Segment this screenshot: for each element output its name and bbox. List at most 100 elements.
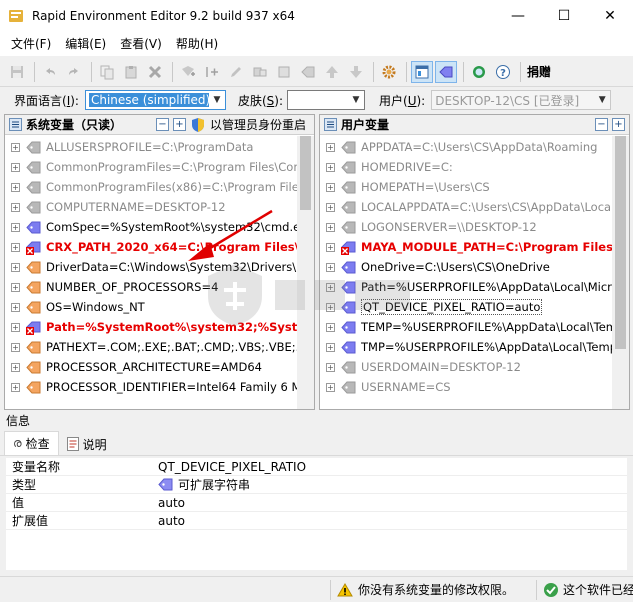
- close-button[interactable]: ✕: [587, 0, 633, 32]
- variable-row[interactable]: + PATHEXT=.COM;.EXE;.BAT;.CMD;.VBS;.VBE;.…: [5, 337, 314, 357]
- expand-toggle-icon[interactable]: +: [11, 142, 20, 152]
- variable-row[interactable]: + CommonProgramFiles(x86)=C:\Program File…: [5, 177, 314, 197]
- user-panel-scroll-thumb[interactable]: [615, 136, 626, 349]
- save-button[interactable]: [6, 61, 28, 83]
- toolbar-separator: [406, 61, 407, 82]
- variable-tag-icon: [341, 141, 356, 154]
- user-panel-scrollbar[interactable]: [612, 136, 629, 409]
- expand-toggle-icon[interactable]: +: [326, 382, 335, 392]
- tab-description[interactable]: 说明: [59, 433, 115, 455]
- expand-toggle-icon[interactable]: +: [11, 182, 20, 192]
- variable-row[interactable]: + PROCESSOR_ARCHITECTURE=AMD64: [5, 357, 314, 377]
- expand-toggle-icon[interactable]: +: [326, 302, 335, 312]
- expand-toggle-icon[interactable]: +: [11, 282, 20, 292]
- expand-toggle-icon[interactable]: +: [326, 362, 335, 372]
- help-button[interactable]: ?: [492, 61, 514, 83]
- tab-inspect-label: 检查: [25, 437, 50, 451]
- move-up-button[interactable]: [321, 61, 343, 83]
- expand-toggle-icon[interactable]: +: [11, 242, 20, 252]
- collapse-panel-icon[interactable]: [9, 118, 22, 131]
- menu-edit[interactable]: 编辑(E): [58, 32, 113, 56]
- expand-toggle-icon[interactable]: +: [326, 182, 335, 192]
- expand-toggle-icon[interactable]: +: [11, 262, 20, 272]
- redo-button[interactable]: [63, 61, 85, 83]
- menu-help[interactable]: 帮助(H): [169, 32, 225, 56]
- minimize-button[interactable]: —: [495, 0, 541, 32]
- variable-row[interactable]: + HOMEPATH=\Users\CS: [320, 177, 629, 197]
- variable-row[interactable]: + PROCESSOR_IDENTIFIER=Intel64 Family 6 M…: [5, 377, 314, 397]
- variable-row[interactable]: + HOMEDRIVE=C:: [320, 157, 629, 177]
- variable-row[interactable]: + NUMBER_OF_PROCESSORS=4: [5, 277, 314, 297]
- variable-row[interactable]: + OS=Windows_NT: [5, 297, 314, 317]
- variable-row[interactable]: + ALLUSERSPROFILE=C:\ProgramData: [5, 137, 314, 157]
- system-panel-scroll-thumb[interactable]: [300, 136, 311, 210]
- tag-view-button[interactable]: [435, 60, 457, 83]
- add-value-button[interactable]: [201, 61, 223, 83]
- donate-button[interactable]: 捐赠: [527, 63, 551, 80]
- user-select[interactable]: DESKTOP-12\CS [已登录] ▼: [431, 90, 612, 110]
- variable-row[interactable]: + CommonProgramFiles=C:\Program Files\Com…: [5, 157, 314, 177]
- collapse-all-button[interactable]: −: [595, 118, 608, 131]
- variable-row[interactable]: + LOCALAPPDATA=C:\Users\CS\AppData\Local: [320, 197, 629, 217]
- expand-toggle-icon[interactable]: +: [326, 202, 335, 212]
- tab-inspect[interactable]: ര 检查: [4, 431, 59, 455]
- variable-row[interactable]: + USERDOMAIN=DESKTOP-12: [320, 357, 629, 377]
- expand-toggle-icon[interactable]: +: [11, 222, 20, 232]
- maximize-button[interactable]: ☐: [541, 0, 587, 32]
- expand-toggle-icon[interactable]: +: [11, 202, 20, 212]
- move-down-button[interactable]: [345, 61, 367, 83]
- expand-toggle-icon[interactable]: +: [326, 162, 335, 172]
- undo-button[interactable]: [39, 61, 61, 83]
- expand-toggle-icon[interactable]: +: [11, 342, 20, 352]
- info-row: 扩展值 auto: [6, 512, 627, 530]
- edit-button[interactable]: [225, 61, 247, 83]
- paste-button[interactable]: [120, 61, 142, 83]
- tag-button[interactable]: [297, 61, 319, 83]
- expand-toggle-icon[interactable]: +: [326, 242, 335, 252]
- expand-toggle-icon[interactable]: +: [326, 142, 335, 152]
- expand-toggle-icon[interactable]: +: [11, 302, 20, 312]
- variable-row[interactable]: + APPDATA=C:\Users\CS\AppData\Roaming: [320, 137, 629, 157]
- variable-row[interactable]: + TEMP=%USERPROFILE%\AppData\Local\Temp: [320, 317, 629, 337]
- language-select[interactable]: Chinese (simplified) ▼: [84, 90, 226, 110]
- cut-button[interactable]: [249, 61, 271, 83]
- variable-row[interactable]: + QT_DEVICE_PIXEL_RATIO=auto: [320, 297, 629, 317]
- delete-button[interactable]: [144, 61, 166, 83]
- variable-row[interactable]: + CRX_PATH_2020_x64=C:\Program Files\CAXA…: [5, 237, 314, 257]
- variable-row[interactable]: + Path=%USERPROFILE%\AppData\Local\Micros…: [320, 277, 629, 297]
- variable-row[interactable]: + ComSpec=%SystemRoot%\system32\cmd.exe: [5, 217, 314, 237]
- expand-toggle-icon[interactable]: +: [11, 322, 20, 332]
- variable-row[interactable]: + TMP=%USERPROFILE%\AppData\Local\Temp: [320, 337, 629, 357]
- collapse-panel-icon[interactable]: [324, 118, 337, 131]
- glasses-icon: ര: [13, 436, 22, 450]
- clone-button[interactable]: [273, 61, 295, 83]
- variable-row[interactable]: + USERNAME=CS: [320, 377, 629, 397]
- collapse-all-button[interactable]: −: [156, 118, 169, 131]
- expand-toggle-icon[interactable]: +: [326, 282, 335, 292]
- admin-restart-button[interactable]: 以管理员身份重启: [210, 116, 306, 133]
- expand-all-button[interactable]: +: [612, 118, 625, 131]
- variable-row[interactable]: + DriverData=C:\Windows\System32\Drivers\…: [5, 257, 314, 277]
- variable-row[interactable]: + OneDrive=C:\Users\CS\OneDrive: [320, 257, 629, 277]
- variable-row[interactable]: + MAYA_MODULE_PATH=C:\Program Files\Ziva …: [320, 237, 629, 257]
- view-toggle-button[interactable]: [411, 60, 433, 83]
- expand-toggle-icon[interactable]: +: [326, 222, 335, 232]
- add-variable-button[interactable]: [177, 61, 199, 83]
- refresh-button[interactable]: [468, 61, 490, 83]
- variable-row[interactable]: + COMPUTERNAME=DESKTOP-12: [5, 197, 314, 217]
- expand-toggle-icon[interactable]: +: [11, 362, 20, 372]
- expand-toggle-icon[interactable]: +: [326, 342, 335, 352]
- variable-row[interactable]: + Path=%SystemRoot%\system32;%SystemRoot%…: [5, 317, 314, 337]
- expand-toggle-icon[interactable]: +: [11, 162, 20, 172]
- skin-select[interactable]: ▼: [287, 90, 366, 110]
- settings-button[interactable]: [378, 61, 400, 83]
- menu-file[interactable]: 文件(F): [4, 32, 58, 56]
- variable-row[interactable]: + LOGONSERVER=\\DESKTOP-12: [320, 217, 629, 237]
- expand-toggle-icon[interactable]: +: [326, 322, 335, 332]
- copy-button[interactable]: [96, 61, 118, 83]
- system-panel-scrollbar[interactable]: [297, 136, 314, 409]
- expand-all-button[interactable]: +: [173, 118, 186, 131]
- menu-view[interactable]: 查看(V): [113, 32, 169, 56]
- expand-toggle-icon[interactable]: +: [11, 382, 20, 392]
- expand-toggle-icon[interactable]: +: [326, 262, 335, 272]
